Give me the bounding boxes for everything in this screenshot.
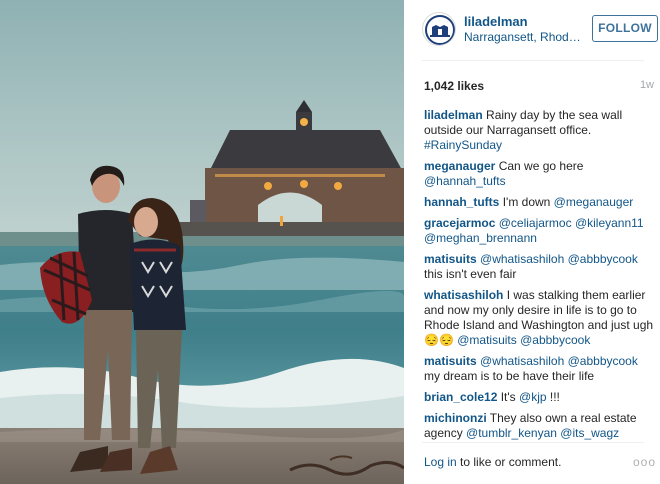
comment-username[interactable]: brian_cole12 [424,390,497,404]
post-photo [0,0,404,484]
post-time[interactable]: 1w [640,79,654,91]
hashtag-link[interactable]: #RainySunday [424,138,502,152]
mention-link[interactable]: @matisuits [457,333,517,347]
post-username[interactable]: liladelman [464,14,528,29]
comment-username[interactable]: matisuits [424,354,477,368]
comment-item: matisuits @whatisashiloh @abbbycook my d… [424,354,656,384]
comment-item: brian_cole12 It's @kjp !!! [424,390,656,405]
mention-link[interactable]: @its_wagz [560,426,619,440]
comment-username[interactable]: matisuits [424,252,477,266]
comment-text: I'm down [502,195,554,209]
mention-link[interactable]: @abbbycook [568,354,638,368]
follow-button[interactable]: FOLLOW [592,15,658,42]
comment-item: liladelman Rainy day by the sea wall out… [424,108,656,153]
comment-text: It's [500,390,520,404]
mention-link[interactable]: @hannah_tufts [424,174,506,188]
post-sidebar: liladelman Narragansett, Rhod… FOLLOW 1,… [404,0,660,484]
comment-username[interactable]: liladelman [424,108,483,122]
mention-link[interactable]: @celiajarmoc [499,216,572,230]
mention-link[interactable]: @meghan_brennann [424,231,537,245]
avatar[interactable] [422,12,456,46]
mention-link[interactable]: @kjp [519,390,547,404]
mention-link[interactable]: @whatisashiloh [480,252,564,266]
login-prompt: Log in to like or comment. [424,455,561,469]
more-options-icon[interactable]: ooo [633,455,656,469]
login-link[interactable]: Log in [424,455,457,469]
mention-link[interactable]: @tumblr_kenyan [466,426,557,440]
post-header: liladelman Narragansett, Rhod… FOLLOW [404,0,660,60]
comment-item: whatisashiloh I was stalking them earlie… [424,288,656,348]
comment-text: Can we go here [498,159,584,173]
post-location[interactable]: Narragansett, Rhod… [464,30,581,44]
comment-username[interactable]: meganauger [424,159,495,173]
comment-item: meganauger Can we go here @hannah_tufts [424,159,656,189]
mention-link[interactable]: @whatisashiloh [480,354,564,368]
comment-list: liladelman Rainy day by the sea wall out… [424,108,656,447]
post-footer: Log in to like or comment. ooo [404,442,660,484]
mention-link[interactable]: @abbbycook [568,252,638,266]
comment-username[interactable]: michinonzi [424,411,487,425]
comment-text: this isn't even fair [424,267,517,281]
comment-item: matisuits @whatisashiloh @abbbycook this… [424,252,656,282]
mention-link[interactable]: @meganauger [554,195,634,209]
comment-item: michinonzi They also own a real estate a… [424,411,656,441]
beach-couple-photo [0,0,404,484]
header-divider [422,60,644,61]
comment-username[interactable]: hannah_tufts [424,195,499,209]
mention-link[interactable]: @abbbycook [520,333,590,347]
comment-text: !!! [546,390,560,404]
lighthouse-logo-icon [425,15,455,45]
login-prompt-text: to like or comment. [456,455,562,469]
comment-username[interactable]: gracejarmoc [424,216,495,230]
comment-text: my dream is to be have their life [424,369,595,383]
comment-item: gracejarmoc @celiajarmoc @kileyann11 @me… [424,216,656,246]
mention-link[interactable]: @kileyann11 [575,216,644,230]
comment-item: hannah_tufts I'm down @meganauger [424,195,656,210]
comment-username[interactable]: whatisashiloh [424,288,503,302]
like-count[interactable]: 1,042 likes [424,79,484,93]
